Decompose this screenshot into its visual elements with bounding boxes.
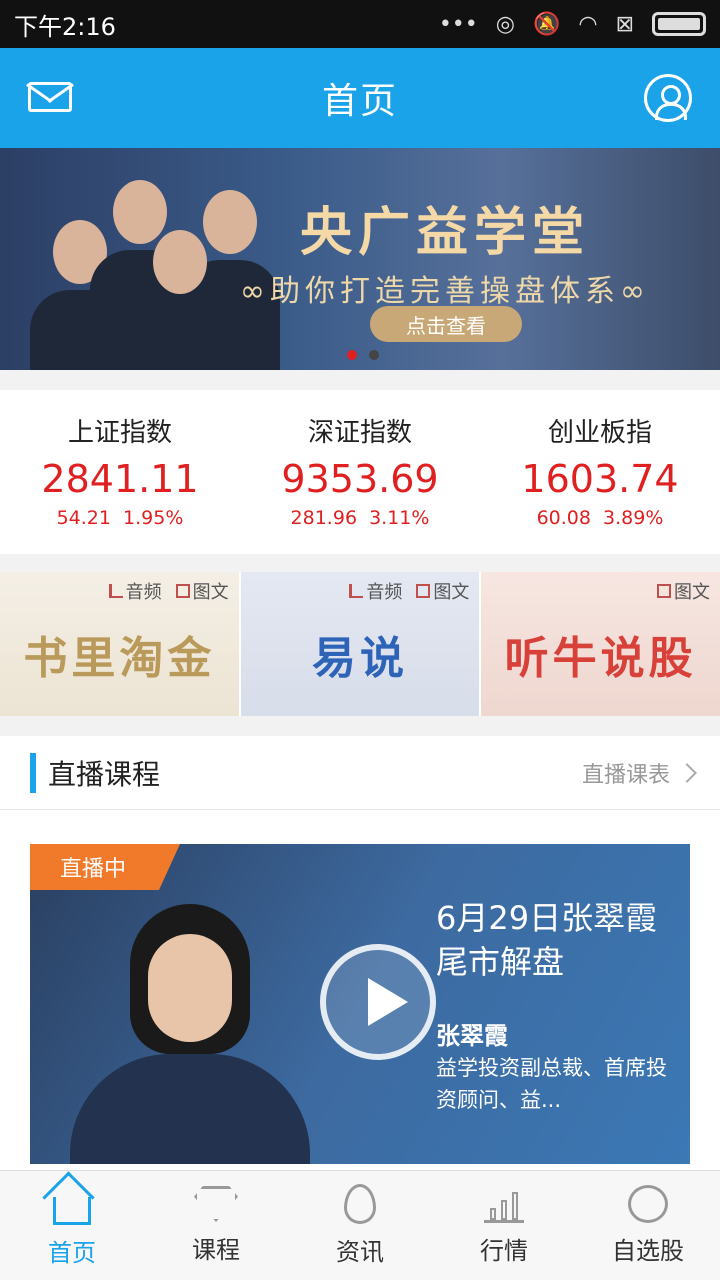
wifi-icon: ◠ (578, 11, 598, 37)
home-icon (53, 1197, 91, 1225)
banner-subtitle: ∞助你打造完善操盘体系∞ (240, 274, 650, 309)
top-bar: 首页 (0, 48, 720, 148)
tile-name: 易说 (312, 633, 408, 684)
carousel-dot (369, 350, 379, 360)
tab-watchlist[interactable]: 自选股 (576, 1171, 720, 1280)
tile-tags: 图文 (657, 578, 710, 604)
live-card[interactable]: 直播中 6月29日张翠霞尾市解盘 张翠霞 益学投资副总裁、首席投资顾问、益... (30, 844, 690, 1164)
tile-tags: 音频 图文 (108, 578, 229, 604)
market-indices: 上证指数 2841.11 54.21 1.95% 深证指数 9353.69 28… (0, 390, 720, 554)
tab-market[interactable]: 行情 (432, 1171, 576, 1280)
chevron-right-icon (677, 762, 697, 783)
coins-icon (628, 1185, 668, 1223)
tile-shuli-taojin[interactable]: 音频 图文 书里淘金 (0, 572, 241, 716)
article-icon (657, 584, 672, 598)
user-profile-icon[interactable] (644, 74, 692, 122)
banner-view-button[interactable]: 点击查看 (370, 306, 522, 342)
tile-name: 听牛说股 (504, 633, 697, 684)
index-change: 54.21 1.95% (56, 507, 184, 529)
diamond-icon (194, 1186, 238, 1222)
section-title: 直播课程 (48, 757, 161, 791)
live-title: 6月29日张翠霞尾市解盘 (436, 899, 658, 981)
bar-chart-icon (484, 1185, 524, 1223)
live-list: 直播中 6月29日张翠霞尾市解盘 张翠霞 益学投资副总裁、首席投资顾问、益... (0, 810, 720, 1170)
battery-icon (652, 12, 706, 36)
carousel-dot-active (347, 350, 357, 360)
index-name: 创业板指 (547, 418, 652, 448)
mail-icon[interactable] (28, 82, 72, 112)
mute-icon: 🔕 (532, 11, 561, 37)
banner-title: 央广益学堂 (300, 203, 591, 263)
tile-yishuo[interactable]: 音频 图文 易说 (240, 572, 482, 716)
index-value: 2841.11 (41, 457, 199, 501)
live-host: 张翠霞 (436, 1022, 508, 1050)
tile-tags: 音频 图文 (349, 578, 469, 604)
audio-icon (108, 584, 123, 598)
tile-name: 书里淘金 (23, 633, 216, 684)
index-name: 上证指数 (67, 418, 172, 448)
index-shenzhen[interactable]: 深证指数 9353.69 281.96 3.11% (240, 390, 480, 554)
index-shanghai[interactable]: 上证指数 2841.11 54.21 1.95% (0, 390, 240, 554)
banner-people-image (30, 168, 280, 370)
article-icon (416, 584, 431, 598)
tab-courses[interactable]: 课程 (144, 1171, 288, 1280)
presenter-image (70, 904, 310, 1164)
carousel-dots (347, 350, 379, 360)
section-accent-bar (30, 752, 36, 793)
status-time: 下午2:16 (14, 12, 116, 41)
live-section-header: 直播课程 直播课表 (0, 736, 720, 810)
sim-icon: ⊠ (615, 11, 634, 37)
audio-icon (349, 584, 364, 598)
status-icons: ••• ◎ 🔕 ◠ ⊠ (439, 12, 706, 37)
feature-tiles: 音频 图文 书里淘金 音频 图文 易说 图文 听牛说股 (0, 572, 720, 716)
live-schedule-link[interactable]: 直播课表 (582, 757, 697, 789)
sync-icon: ◎ (495, 11, 515, 37)
bottom-tab-bar: 首页 课程 资讯 行情 自选股 (0, 1170, 720, 1280)
play-icon[interactable] (320, 944, 436, 1060)
index-chinext[interactable]: 创业板指 1603.74 60.08 3.89% (480, 390, 720, 554)
index-name: 深证指数 (307, 418, 412, 448)
page-title: 首页 (321, 81, 398, 122)
index-change: 60.08 3.89% (536, 507, 664, 529)
live-badge: 直播中 (30, 844, 180, 890)
more-dots-icon: ••• (438, 11, 478, 37)
index-value: 1603.74 (521, 457, 679, 501)
index-value: 9353.69 (281, 457, 439, 501)
tab-home[interactable]: 首页 (0, 1171, 144, 1280)
status-bar: 下午2:16 ••• ◎ 🔕 ◠ ⊠ (0, 0, 720, 48)
tile-tingniu-shuogu[interactable]: 图文 听牛说股 (481, 572, 720, 716)
flame-icon (344, 1184, 376, 1224)
index-change: 281.96 3.11% (290, 507, 430, 529)
promo-banner[interactable]: 央广益学堂 ∞助你打造完善操盘体系∞ 点击查看 (0, 148, 720, 370)
live-host-desc: 益学投资副总裁、首席投资顾问、益... (436, 1056, 667, 1112)
tab-news[interactable]: 资讯 (288, 1171, 432, 1280)
article-icon (175, 584, 190, 598)
